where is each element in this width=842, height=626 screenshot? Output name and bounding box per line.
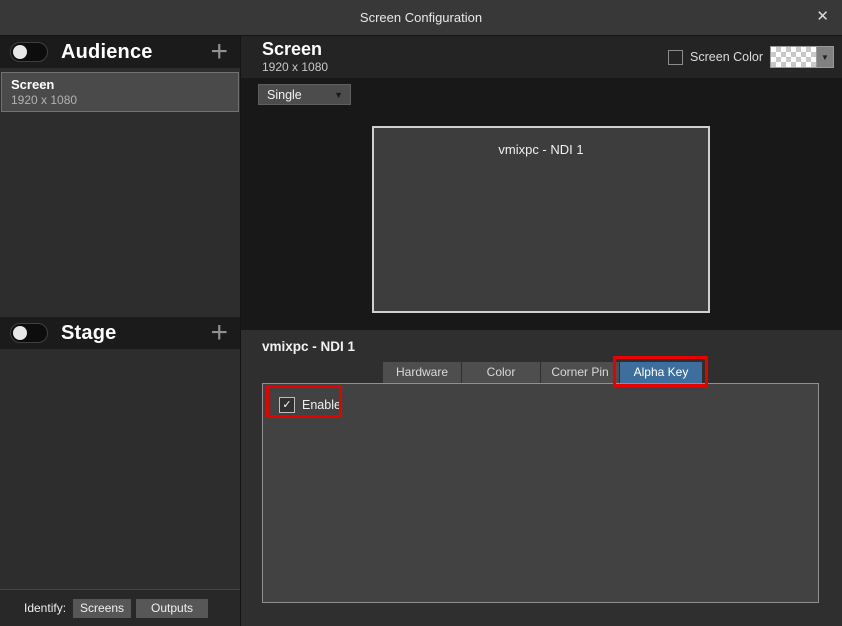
screen-color-group: Screen Color ▼ — [668, 36, 834, 78]
settings-tab-bar: Hardware Color Corner Pin Alpha Key — [383, 362, 702, 383]
layout-select[interactable]: Single ▼ — [258, 84, 351, 105]
toggle-knob — [13, 326, 27, 340]
input-section-title: vmixpc - NDI 1 — [262, 339, 355, 354]
screen-color-label: Screen Color — [690, 50, 763, 64]
screen-resolution: 1920 x 1080 — [262, 60, 328, 74]
stage-screen-list — [0, 349, 240, 591]
stage-toggle[interactable] — [10, 323, 48, 343]
screen-color-checkbox[interactable] — [668, 50, 683, 65]
screen-color-picker[interactable]: ▼ — [770, 46, 834, 68]
identify-label: Identify: — [24, 601, 66, 615]
tab-color[interactable]: Color — [462, 362, 540, 383]
screen-title: Screen — [262, 38, 322, 60]
audience-screen-list: Screen 1920 x 1080 — [0, 72, 240, 317]
preview-input-label: vmixpc - NDI 1 — [374, 142, 708, 157]
alpha-key-tab-panel: ✓ Enable — [262, 383, 819, 603]
screen-preview[interactable]: vmixpc - NDI 1 — [372, 126, 710, 313]
layout-select-value: Single — [259, 88, 334, 102]
toggle-knob — [13, 45, 27, 59]
enable-label: Enable — [302, 398, 341, 412]
identify-screens-button[interactable]: Screens — [73, 599, 131, 618]
add-audience-screen-icon[interactable]: + — [210, 39, 228, 65]
identify-bar: Identify: Screens Outputs — [0, 589, 240, 626]
main-panel: Screen 1920 x 1080 Screen Color ▼ Single… — [241, 36, 842, 626]
stage-section-header: Stage + — [0, 317, 240, 349]
chevron-down-icon: ▼ — [334, 90, 350, 100]
audience-toggle[interactable] — [10, 42, 48, 62]
stage-label: Stage — [61, 322, 116, 345]
enable-checkbox[interactable]: ✓ — [279, 397, 295, 413]
screen-item-name: Screen — [11, 76, 238, 93]
audience-section-header: Audience + — [0, 36, 240, 68]
transparent-color-swatch — [771, 47, 816, 67]
input-settings-section: vmixpc - NDI 1 Hardware Color Corner Pin… — [241, 330, 842, 626]
sidebar: Audience + Screen 1920 x 1080 Stage + Id… — [0, 36, 241, 626]
identify-outputs-button[interactable]: Outputs — [136, 599, 208, 618]
chevron-down-icon[interactable]: ▼ — [816, 47, 833, 67]
enable-row: ✓ Enable — [279, 397, 341, 413]
audience-label: Audience — [61, 41, 153, 64]
screen-item-resolution: 1920 x 1080 — [11, 93, 238, 108]
close-icon[interactable]: ✕ — [816, 0, 829, 36]
main-header: Screen 1920 x 1080 Screen Color ▼ — [241, 36, 842, 78]
dialog-title: Screen Configuration — [0, 0, 842, 36]
screen-configuration-dialog: Screen Configuration ✕ Audience + Screen… — [0, 0, 842, 626]
tab-corner-pin[interactable]: Corner Pin — [541, 362, 619, 383]
tab-alpha-key[interactable]: Alpha Key — [620, 362, 702, 383]
add-stage-screen-icon[interactable]: + — [210, 320, 228, 346]
title-bar: Screen Configuration ✕ — [0, 0, 842, 36]
tab-hardware[interactable]: Hardware — [383, 362, 461, 383]
screen-list-item[interactable]: Screen 1920 x 1080 — [1, 72, 239, 112]
